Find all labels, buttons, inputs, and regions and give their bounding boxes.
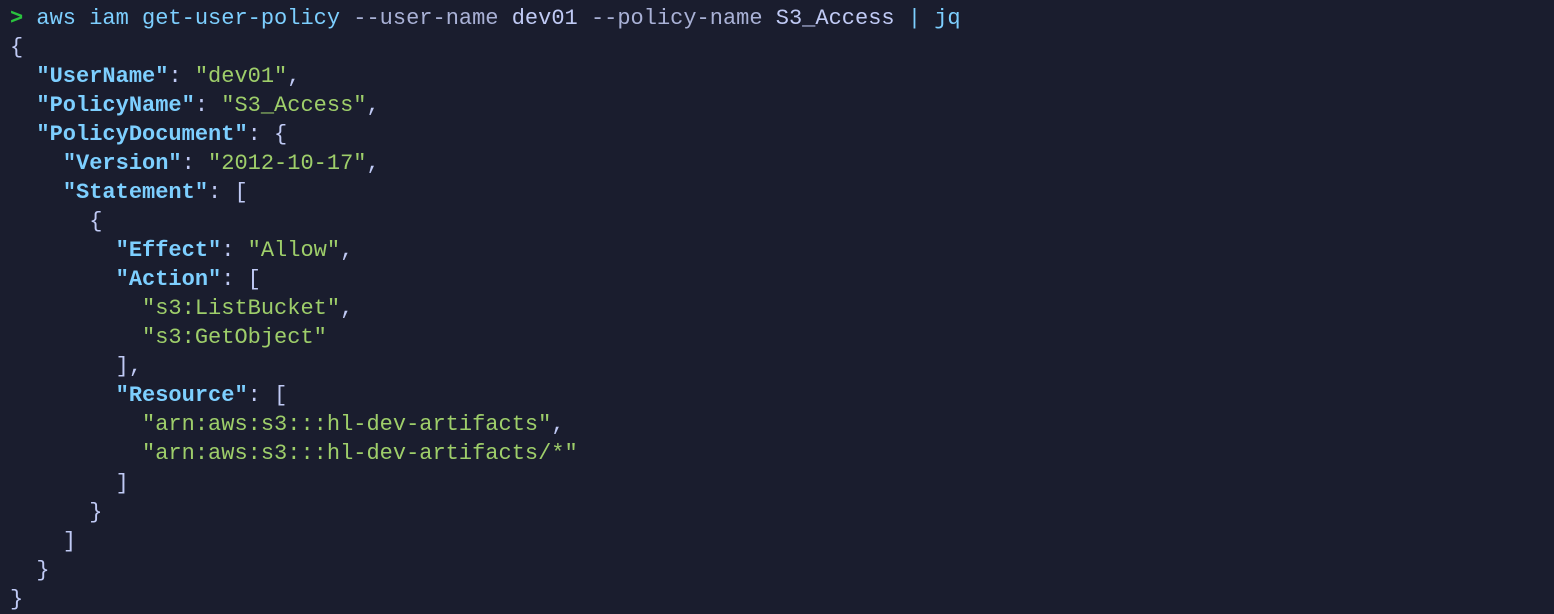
json-val-version: "2012-10-17": [208, 151, 366, 176]
terminal-output[interactable]: > aws iam get-user-policy --user-name de…: [10, 4, 1544, 614]
json-colon: :: [168, 64, 194, 89]
json-colon: :: [208, 180, 234, 205]
json-comma: ,: [340, 238, 353, 263]
json-key-username: "UserName": [36, 64, 168, 89]
json-val-resource1: "arn:aws:s3:::hl-dev-artifacts/*": [142, 441, 578, 466]
cmd-jq: jq: [934, 6, 960, 31]
json-close-brace: }: [89, 500, 102, 525]
json-val-action1: "s3:GetObject": [142, 325, 327, 350]
json-val-policyname: "S3_Access": [221, 93, 366, 118]
json-open-brace: {: [274, 122, 287, 147]
json-open-brace: {: [89, 209, 102, 234]
json-comma: ,: [287, 64, 300, 89]
prompt-caret: >: [10, 6, 23, 31]
json-colon: :: [195, 93, 221, 118]
json-close-brace: }: [36, 558, 49, 583]
json-key-policyname: "PolicyName": [36, 93, 194, 118]
json-colon: :: [248, 122, 274, 147]
json-colon: :: [182, 151, 208, 176]
pipe-char: |: [908, 6, 921, 31]
json-val-effect: "Allow": [248, 238, 340, 263]
json-val-action0: "s3:ListBucket": [142, 296, 340, 321]
json-colon: :: [221, 267, 247, 292]
json-open-bracket: [: [248, 267, 261, 292]
json-val-resource0: "arn:aws:s3:::hl-dev-artifacts": [142, 412, 551, 437]
json-close-brace: }: [10, 587, 23, 612]
json-colon: :: [248, 383, 274, 408]
json-open-bracket: [: [234, 180, 247, 205]
json-comma: ,: [366, 151, 379, 176]
json-key-effect: "Effect": [116, 238, 222, 263]
json-close-bracket: ]: [116, 471, 129, 496]
json-open-bracket: [: [274, 383, 287, 408]
json-key-version: "Version": [63, 151, 182, 176]
json-key-statement: "Statement": [63, 180, 208, 205]
json-close-bracket: ]: [63, 529, 76, 554]
json-close-bracket: ],: [116, 354, 142, 379]
arg-user: dev01: [512, 6, 578, 31]
json-key-resource: "Resource": [116, 383, 248, 408]
json-colon: :: [221, 238, 247, 263]
json-comma: ,: [551, 412, 564, 437]
flag-policy-name: --policy-name: [591, 6, 763, 31]
arg-policy: S3_Access: [776, 6, 895, 31]
cmd-sub: get-user-policy: [142, 6, 340, 31]
json-key-policydoc: "PolicyDocument": [36, 122, 247, 147]
cmd-iam: iam: [89, 6, 129, 31]
json-open-brace: {: [10, 35, 23, 60]
cmd-aws: aws: [36, 6, 76, 31]
json-comma: ,: [340, 296, 353, 321]
json-comma: ,: [366, 93, 379, 118]
json-key-action: "Action": [116, 267, 222, 292]
flag-user-name: --user-name: [353, 6, 498, 31]
json-val-username: "dev01": [195, 64, 287, 89]
